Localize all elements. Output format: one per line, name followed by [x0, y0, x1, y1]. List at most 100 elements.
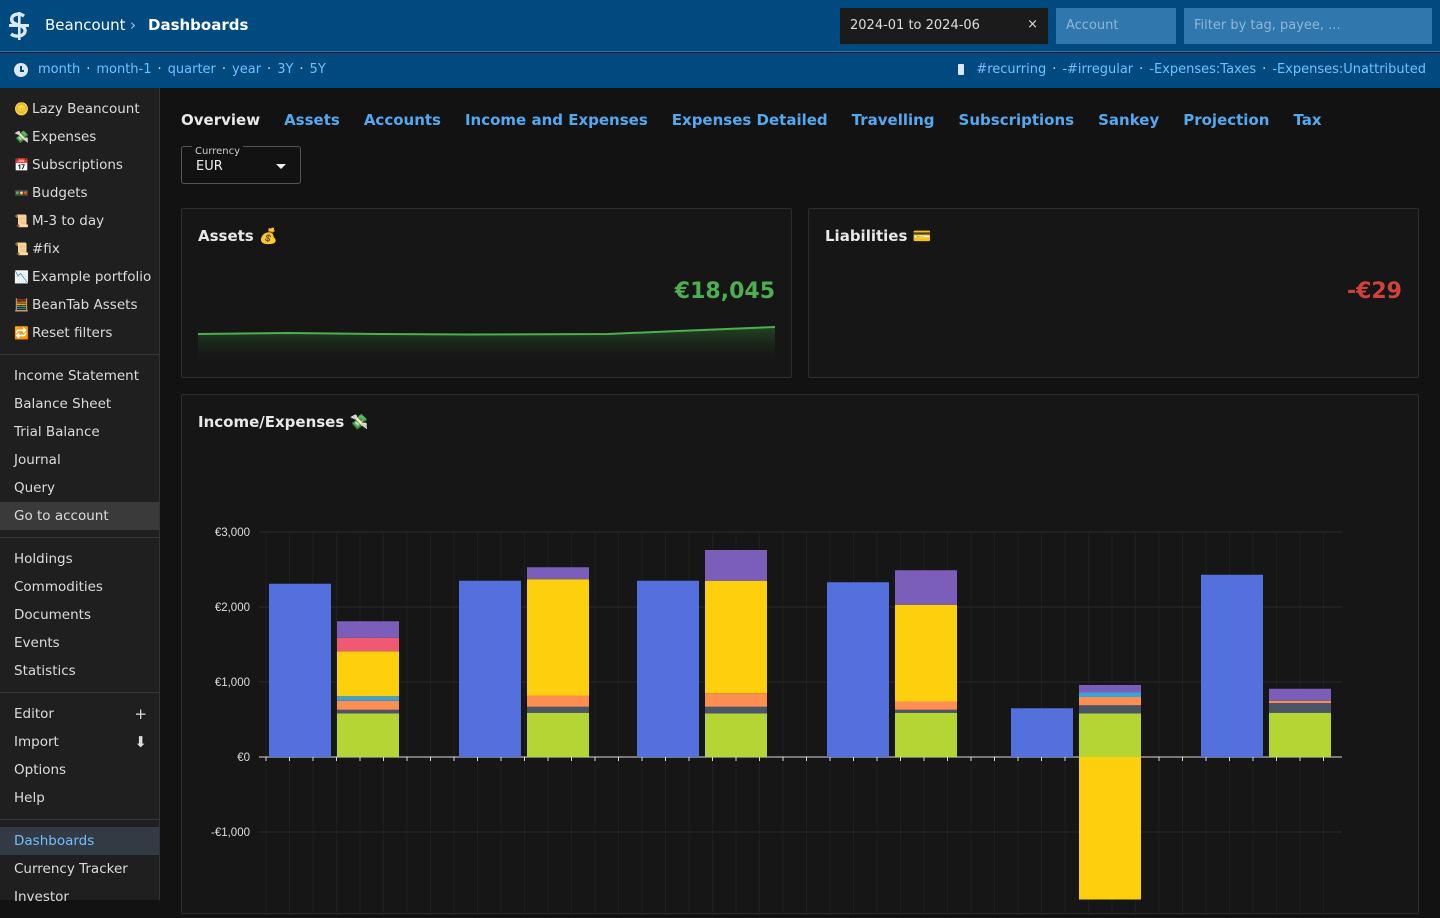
expense-bar-segment — [527, 567, 589, 580]
currency-value: EUR — [196, 159, 223, 174]
tag-link-irregular[interactable]: -#irregular — [1062, 62, 1133, 77]
expense-bar-segment — [337, 713, 399, 757]
sidebar-item-example-portfolio[interactable]: 📉 Example portfolio — [0, 263, 159, 291]
time-link-month-1[interactable]: month-1 — [96, 62, 151, 77]
time-link-year[interactable]: year — [232, 62, 261, 77]
sidebar-item-m3-to-day[interactable]: 📜 M-3 to day — [0, 207, 159, 235]
expense-bar-segment — [527, 579, 589, 696]
expense-bar-segment — [1079, 705, 1141, 714]
filter-icon — [958, 64, 965, 75]
sidebar-item-currency-tracker[interactable]: Currency Tracker — [0, 855, 159, 883]
sidebar-item-beantab-assets[interactable]: 🧮 BeanTab Assets — [0, 291, 159, 319]
expense-bar-segment — [705, 550, 767, 581]
sidebar-item-reset-filters[interactable]: 🔁 Reset filters — [0, 319, 159, 347]
expense-bar-segment — [1269, 688, 1331, 701]
sidebar-item-investor[interactable]: Investor — [0, 883, 159, 911]
expense-bar-segment — [1079, 713, 1141, 757]
tab-accounts[interactable]: Accounts — [364, 111, 441, 129]
expense-bar-segment — [337, 700, 399, 710]
chart-down-icon: 📉 — [14, 270, 29, 284]
expense-bar-segment — [705, 706, 767, 714]
time-link-5y[interactable]: 5Y — [310, 62, 326, 77]
tab-tax[interactable]: Tax — [1293, 111, 1321, 129]
traffic-light-icon: 🚥 — [14, 186, 29, 200]
tab-income-and-expenses[interactable]: Income and Expenses — [465, 111, 648, 129]
sidebar-item-trial-balance[interactable]: Trial Balance — [0, 418, 159, 446]
expense-bar-segment — [895, 709, 957, 713]
sidebar-item-label: Import — [14, 734, 59, 750]
tag-link-recurring[interactable]: #recurring — [976, 62, 1046, 77]
expense-bar-segment — [1079, 685, 1141, 693]
coin-icon: 🪙 — [14, 102, 29, 116]
sidebar-item-import[interactable]: Import ⬇ — [0, 728, 159, 756]
sidebar-item-dashboards[interactable]: Dashboards — [0, 827, 159, 855]
sidebar-item-lazy-beancount[interactable]: 🪙 Lazy Beancount — [0, 95, 159, 123]
brand-link[interactable]: Beancount — [45, 16, 126, 34]
expense-bar-segment — [527, 706, 589, 713]
sidebar-item-subscriptions[interactable]: 📅 Subscriptions — [0, 151, 159, 179]
tab-overview[interactable]: Overview — [181, 111, 260, 129]
sidebar-item-fix[interactable]: 📜 #fix — [0, 235, 159, 263]
sidebar-item-statistics[interactable]: Statistics — [0, 657, 159, 685]
breadcrumb-separator: › — [130, 16, 136, 34]
sidebar-item-balance-sheet[interactable]: Balance Sheet — [0, 390, 159, 418]
sidebar-item-query[interactable]: Query — [0, 474, 159, 502]
date-filter-input[interactable]: 2024-01 to 2024-06 × — [840, 8, 1048, 44]
date-filter-value: 2024-01 to 2024-06 — [850, 18, 980, 33]
sidebar-item-help[interactable]: Help — [0, 784, 159, 812]
y-tick-label: €0 — [237, 752, 250, 764]
tag-filter-input[interactable]: Filter by tag, payee, ... — [1184, 8, 1432, 44]
tab-subscriptions[interactable]: Subscriptions — [959, 111, 1075, 129]
sidebar-item-label: M-3 to day — [32, 213, 105, 229]
currency-select[interactable]: Currency EUR — [181, 146, 301, 184]
income-expenses-chart: €3,000 €2,000 €1,000 €0 -€1,000 — [211, 527, 1342, 915]
liabilities-card: Liabilities 💳 -€29 — [808, 208, 1419, 378]
sidebar-item-budgets[interactable]: 🚥 Budgets — [0, 179, 159, 207]
sidebar-item-holdings[interactable]: Holdings — [0, 545, 159, 573]
tab-assets[interactable]: Assets — [284, 111, 340, 129]
tab-projection[interactable]: Projection — [1183, 111, 1269, 129]
tab-travelling[interactable]: Travelling — [852, 111, 935, 129]
sidebar-item-options[interactable]: Options — [0, 756, 159, 784]
tab-sankey[interactable]: Sankey — [1098, 111, 1159, 129]
top-bar: Beancount › Dashboards 2024-01 to 2024-0… — [0, 0, 1440, 52]
time-link-3y[interactable]: 3Y — [277, 62, 293, 77]
plus-icon[interactable]: + — [134, 700, 147, 728]
money-wings-icon: 💸 — [14, 130, 29, 144]
sidebar-item-expenses[interactable]: 💸 Expenses — [0, 123, 159, 151]
tag-link-taxes[interactable]: -Expenses:Taxes — [1149, 62, 1256, 77]
time-link-quarter[interactable]: quarter — [168, 62, 216, 77]
dashboard-tabs: Overview Assets Accounts Income and Expe… — [181, 111, 1322, 129]
calendar-icon: 📅 — [14, 158, 29, 172]
time-link-month[interactable]: month — [38, 62, 80, 77]
main-content: Overview Assets Accounts Income and Expe… — [160, 88, 1440, 915]
sidebar-item-commodities[interactable]: Commodities — [0, 573, 159, 601]
sidebar-item-go-to-account[interactable]: Go to account — [0, 502, 159, 530]
download-icon[interactable]: ⬇ — [134, 728, 147, 756]
sidebar-item-documents[interactable]: Documents — [0, 601, 159, 629]
expense-bar-segment — [1269, 700, 1331, 703]
sidebar-item-editor[interactable]: Editor + — [0, 700, 159, 728]
sidebar-item-label: Lazy Beancount — [32, 101, 140, 117]
income-bar — [1011, 708, 1073, 757]
account-filter-input[interactable]: Account — [1056, 8, 1176, 44]
expense-bar-segment — [895, 570, 957, 605]
expense-bar-segment — [527, 695, 589, 707]
assets-sparkline — [198, 326, 776, 365]
tag-link-unattributed[interactable]: -Expenses:Unattributed — [1272, 62, 1426, 77]
sidebar-group-extensions: 🪙 Lazy Beancount 💸 Expenses 📅 Subscriptions… — [0, 88, 159, 355]
expense-bar-segment — [337, 651, 399, 697]
caret-down-icon — [276, 164, 286, 169]
tab-expenses-detailed[interactable]: Expenses Detailed — [672, 111, 828, 129]
beancount-logo-icon[interactable] — [6, 12, 32, 40]
assets-value: €18,045 — [674, 279, 775, 304]
page-title: Dashboards — [148, 16, 249, 34]
expense-bar-segment — [337, 709, 399, 714]
sidebar-item-income-statement[interactable]: Income Statement — [0, 362, 159, 390]
y-tick-label: €1,000 — [215, 677, 250, 689]
clear-date-icon[interactable]: × — [1027, 17, 1038, 32]
sidebar-group-tools: Editor + Import ⬇ Options Help — [0, 693, 159, 820]
sidebar-item-events[interactable]: Events — [0, 629, 159, 657]
sidebar-item-journal[interactable]: Journal — [0, 446, 159, 474]
expense-bar-segment — [1079, 692, 1141, 697]
